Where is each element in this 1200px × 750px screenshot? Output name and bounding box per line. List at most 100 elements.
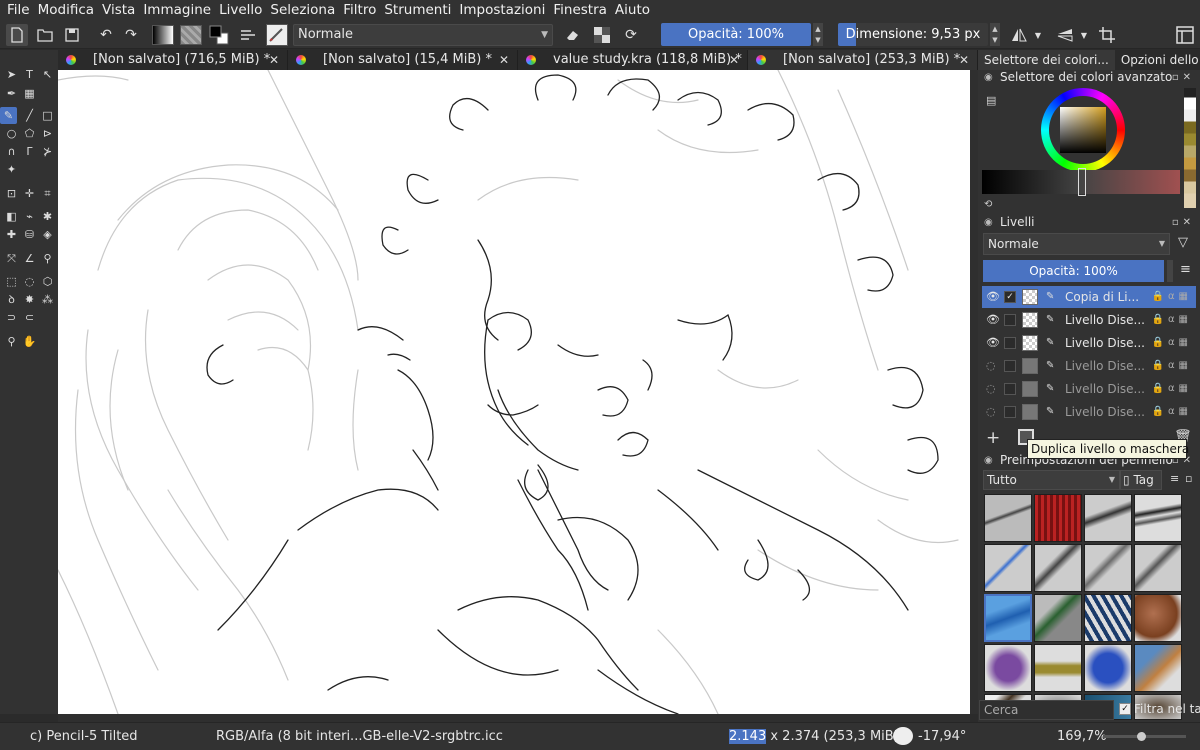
smart-patch-tool-icon[interactable]: ✚ bbox=[3, 226, 20, 243]
gradient-tool-icon[interactable]: ◧ bbox=[3, 208, 20, 225]
eye-icon[interactable]: 👁 bbox=[986, 286, 1000, 308]
rectangular-selection-tool-icon[interactable]: ⬚ bbox=[3, 273, 20, 290]
layer-row[interactable]: 👁 ✎ Livello Dise... 🔒α▦ bbox=[982, 332, 1196, 354]
layer-checkbox[interactable]: ✓ bbox=[1004, 291, 1016, 303]
undo-icon[interactable]: ↶ bbox=[95, 24, 117, 46]
drawing-canvas[interactable] bbox=[58, 70, 970, 714]
menu-vista[interactable]: Vista bbox=[99, 2, 138, 18]
brush-preset-thumbnail[interactable] bbox=[1084, 594, 1132, 642]
layer-properties-icons[interactable]: 🔒α▦ bbox=[1152, 401, 1193, 423]
select-shapes-tool-icon[interactable]: ➤ bbox=[3, 66, 20, 83]
measure-tool-icon[interactable]: ∠ bbox=[21, 250, 38, 267]
panel-lock-icon[interactable]: ◉ bbox=[984, 214, 993, 231]
comic-panel-tool-icon[interactable]: ▦ bbox=[21, 85, 38, 102]
menu-strumenti[interactable]: Strumenti bbox=[381, 2, 454, 18]
zoom-slider-handle[interactable] bbox=[1137, 732, 1146, 741]
close-icon[interactable]: ✕ bbox=[499, 50, 509, 70]
layer-checkbox[interactable] bbox=[1004, 383, 1016, 395]
layer-properties-icons[interactable]: 🔒α▦ bbox=[1152, 355, 1193, 377]
close-icon[interactable]: ✕ bbox=[729, 50, 739, 70]
elliptical-selection-tool-icon[interactable]: ◌ bbox=[21, 273, 38, 290]
size-slider[interactable]: Dimensione: 9,53 px bbox=[838, 23, 988, 46]
freehand-selection-tool-icon[interactable]: ꝺ bbox=[3, 291, 20, 308]
brush-preset-icon[interactable] bbox=[266, 24, 288, 46]
freehand-path-tool-icon[interactable]: ᒥ bbox=[21, 143, 38, 160]
eye-closed-icon[interactable]: ◌ bbox=[986, 378, 996, 400]
ellipse-tool-icon[interactable]: ○ bbox=[3, 125, 20, 142]
brush-preset-thumbnail[interactable] bbox=[1134, 494, 1182, 542]
layer-opacity-slider[interactable]: Opacità: 100% bbox=[983, 260, 1164, 282]
color-space-label[interactable]: RGB/Alfa (8 bit interi...GB-elle-V2-srgb… bbox=[216, 729, 503, 744]
multibrush-tool-icon[interactable]: ✦ bbox=[3, 161, 20, 178]
eye-closed-icon[interactable]: ◌ bbox=[986, 401, 996, 423]
layer-row[interactable]: ◌ ✎ Livello Dise... 🔒α▦ bbox=[982, 378, 1196, 400]
zoom-value[interactable]: 169,7% bbox=[1057, 729, 1107, 744]
canvas-horizontal-scrollbar[interactable] bbox=[58, 714, 970, 722]
colorize-mask-tool-icon[interactable]: ✱ bbox=[39, 208, 56, 225]
document-tab[interactable]: [Non salvato] (15,4 MiB) * ✕ bbox=[288, 50, 518, 70]
menu-aiuto[interactable]: Aiuto bbox=[612, 2, 653, 18]
polyline-tool-icon[interactable]: ⊳ bbox=[39, 125, 56, 142]
tag-button[interactable]: ▯ Tag bbox=[1120, 470, 1162, 490]
color-picker-tool-icon[interactable]: ⌁ bbox=[21, 208, 38, 225]
opacity-spinner[interactable]: ▲ ▼ bbox=[813, 23, 823, 46]
crop-tool-icon[interactable]: ⌗ bbox=[39, 185, 56, 202]
fill-tool-icon[interactable]: ⛁ bbox=[21, 226, 38, 243]
dynamic-brush-tool-icon[interactable]: ⊁ bbox=[39, 143, 56, 160]
pan-tool-icon[interactable]: ✋ bbox=[21, 333, 38, 350]
freehand-brush-tool-icon[interactable]: ✎ bbox=[0, 107, 17, 124]
tab-color-selector[interactable]: Selettore dei colori... bbox=[978, 50, 1115, 70]
bezier-tool-icon[interactable]: ∩ bbox=[3, 143, 20, 160]
menu-immagine[interactable]: Immagine bbox=[140, 2, 214, 18]
preset-tag-filter-select[interactable]: Tutto ▼ bbox=[983, 470, 1120, 490]
new-document-icon[interactable] bbox=[6, 24, 28, 46]
rectangle-tool-icon[interactable]: □ bbox=[39, 107, 56, 124]
crop-icon[interactable] bbox=[1096, 24, 1118, 46]
brush-preset-thumbnail[interactable] bbox=[1134, 544, 1182, 592]
brush-preset-thumbnail[interactable] bbox=[1034, 544, 1082, 592]
menu-filtro[interactable]: Filtro bbox=[340, 2, 379, 18]
chevron-down-icon[interactable]: ▼ bbox=[1078, 24, 1090, 46]
layer-properties-icons[interactable]: 🔒α▦ bbox=[1152, 309, 1193, 331]
brush-settings-icon[interactable] bbox=[237, 24, 259, 46]
polygonal-selection-tool-icon[interactable]: ⬡ bbox=[39, 273, 56, 290]
document-tab[interactable]: [Non salvato] (716,5 MiB) * ✕ bbox=[58, 50, 288, 70]
menu-modifica[interactable]: Modifica bbox=[35, 2, 97, 18]
layer-blend-mode-select[interactable]: Normale ▼ bbox=[983, 233, 1170, 255]
eye-icon[interactable]: 👁 bbox=[986, 309, 1000, 331]
enclose-fill-tool-icon[interactable]: ◈ bbox=[39, 226, 56, 243]
menu-impostazioni[interactable]: Impostazioni bbox=[456, 2, 548, 18]
preset-search-input[interactable]: Cerca bbox=[979, 700, 1114, 720]
menu-icon[interactable]: ≡ bbox=[1180, 262, 1191, 277]
brush-preset-thumbnail[interactable] bbox=[1034, 644, 1082, 692]
bezier-selection-tool-icon[interactable]: ⊃ bbox=[3, 309, 20, 326]
preserve-alpha-icon[interactable] bbox=[591, 24, 613, 46]
brush-preset-thumbnail[interactable] bbox=[1084, 544, 1132, 592]
layer-checkbox[interactable] bbox=[1004, 337, 1016, 349]
canvas-vertical-scrollbar[interactable] bbox=[970, 70, 978, 714]
brush-preset-thumbnail[interactable] bbox=[1084, 644, 1132, 692]
brush-preset-thumbnail[interactable] bbox=[1034, 594, 1082, 642]
panel-float-close-icons[interactable]: ▫✕ bbox=[1172, 214, 1195, 231]
brush-preset-thumbnail[interactable] bbox=[1134, 644, 1182, 692]
reference-images-tool-icon[interactable]: ⚲ bbox=[39, 250, 56, 267]
layer-checkbox[interactable] bbox=[1004, 406, 1016, 418]
close-icon[interactable]: ✕ bbox=[269, 50, 279, 70]
opacity-slider[interactable]: Opacità: 100% bbox=[661, 23, 811, 46]
layer-checkbox[interactable] bbox=[1004, 360, 1016, 372]
size-spinner[interactable]: ▲ ▼ bbox=[990, 23, 1000, 46]
layer-checkbox[interactable] bbox=[1004, 314, 1016, 326]
shade-bar-handle[interactable] bbox=[1078, 168, 1086, 196]
reload-preset-icon[interactable]: ⟳ bbox=[620, 24, 642, 46]
filter-in-tag-checkbox[interactable]: ✓ bbox=[1119, 703, 1131, 715]
rotation-value[interactable]: -17,94° bbox=[918, 729, 966, 744]
panel-float-close-icons[interactable]: ▫✕ bbox=[1172, 69, 1195, 86]
zoom-tool-icon[interactable]: ⚲ bbox=[3, 333, 20, 350]
brush-preset-thumbnail[interactable] bbox=[984, 644, 1032, 692]
document-tab[interactable]: value study.kra (118,8 MiB) * ✕ bbox=[518, 50, 748, 70]
rotation-icon[interactable] bbox=[893, 727, 913, 745]
text-tool-icon[interactable]: T bbox=[21, 66, 38, 83]
polygon-tool-icon[interactable]: ⬠ bbox=[21, 125, 38, 142]
saturation-value-square[interactable] bbox=[1060, 107, 1106, 153]
brush-preset-thumbnail[interactable] bbox=[1034, 494, 1082, 542]
